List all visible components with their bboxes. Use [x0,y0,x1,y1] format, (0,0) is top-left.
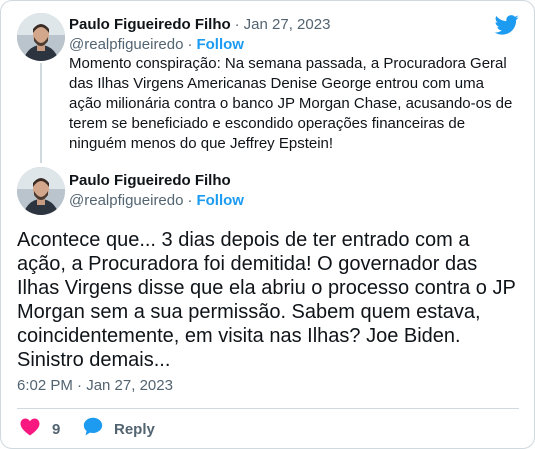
tweet-embed-card: Paulo Figueiredo Filho · Jan 27, 2023 @r… [0,0,535,449]
avatar[interactable] [17,13,65,61]
avatar[interactable] [17,167,65,215]
like-action[interactable]: 9 [20,418,60,440]
tweet-timestamp-link[interactable]: 6:02 PM · Jan 27, 2023 [17,377,173,394]
reply-action[interactable]: Reply [83,417,155,441]
tweet-date-link[interactable]: Jan 27, 2023 [244,16,331,33]
twitter-bird-icon[interactable] [495,15,519,35]
author-handle[interactable]: @realpfigueiredo [69,36,183,53]
separator-dot: · [187,35,193,53]
heart-icon[interactable] [20,418,40,441]
author-name[interactable]: Paulo Figueiredo Filho [69,16,231,33]
like-count: 9 [52,420,61,438]
divider [17,408,519,409]
quoted-tweet-header: Paulo Figueiredo Filho · Jan 27, 2023 [69,14,330,34]
reply-button-label[interactable]: Reply [114,421,155,438]
main-tweet-text: Acontece que... 3 dias depois de ter ent… [17,229,516,371]
author-name[interactable]: Paulo Figueiredo Filho [69,172,231,189]
avatar-image [17,13,65,61]
quoted-tweet-handle-row: @realpfigueiredo · Follow [69,34,244,54]
quoted-tweet-text: Momento conspiração: Na semana passada, … [69,55,513,152]
separator-dot: · [187,191,193,209]
speech-bubble-icon[interactable] [83,417,103,441]
author-handle[interactable]: @realpfigueiredo [69,192,183,209]
avatar-image [17,167,65,215]
separator-dot: · [234,15,240,33]
main-tweet-header: Paulo Figueiredo Filho [69,170,231,190]
main-tweet-handle-row: @realpfigueiredo · Follow [69,190,244,210]
follow-button[interactable]: Follow [196,192,244,209]
follow-button[interactable]: Follow [196,36,244,53]
thread-connector-line [40,63,42,163]
